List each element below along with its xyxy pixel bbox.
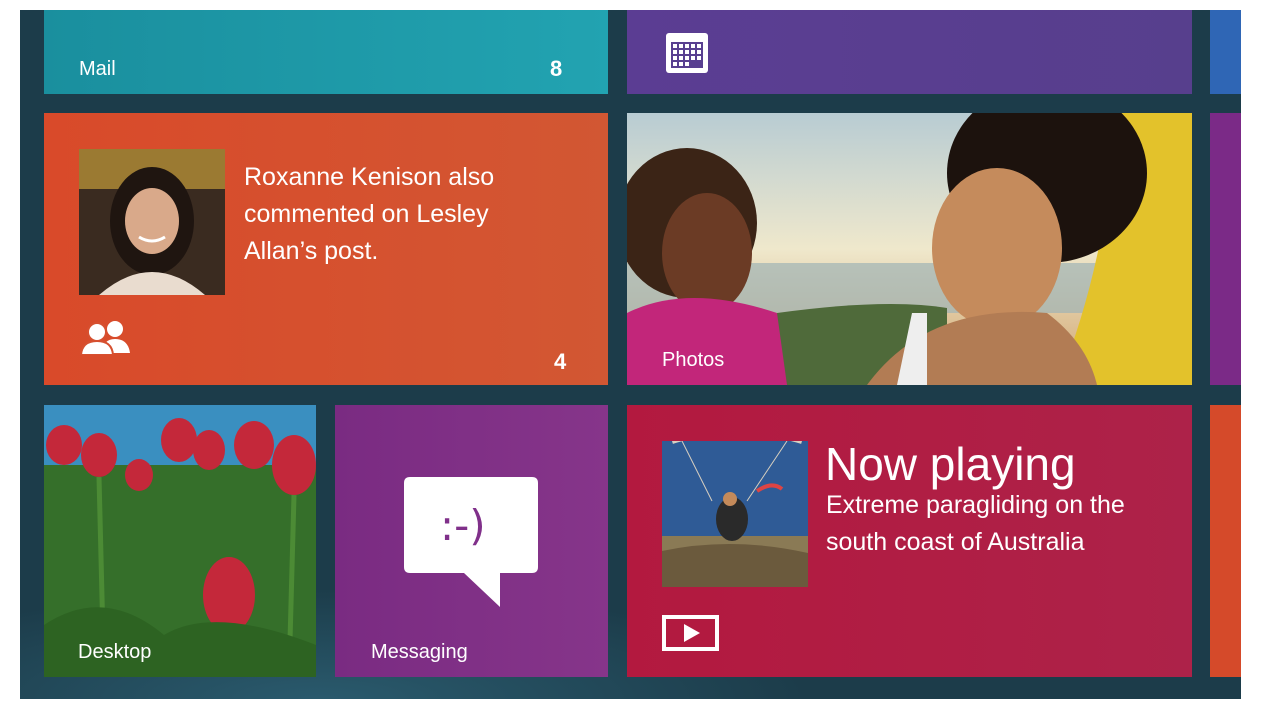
calendar-icon	[666, 33, 708, 73]
emoticon-text: :-)	[440, 501, 486, 550]
people-count-badge: 4	[554, 349, 567, 374]
people-notification-text: Roxanne Kenison also commented on Lesley…	[244, 163, 495, 265]
mail-label: Mail	[79, 58, 116, 80]
calendar-tile[interactable]	[627, 10, 1192, 94]
desktop-tile[interactable]: Desktop	[44, 405, 316, 677]
start-screen: Mail 8 Roxanne Kenison also commented on…	[20, 10, 1241, 699]
photos-tile[interactable]: Photos	[627, 113, 1192, 385]
partial-tile-middle[interactable]	[1210, 113, 1241, 385]
messaging-tile[interactable]: :-) Messaging	[335, 405, 608, 677]
messaging-label: Messaging	[371, 641, 468, 663]
mail-tile[interactable]: Mail 8	[44, 10, 608, 94]
photos-label: Photos	[662, 349, 725, 371]
now-playing-description: Extreme paragliding on the south coast o…	[826, 491, 1125, 556]
desktop-label: Desktop	[78, 641, 152, 663]
now-playing-title: Now playing	[825, 438, 1076, 490]
play-icon	[662, 615, 719, 651]
people-tile[interactable]: Roxanne Kenison also commented on Lesley…	[44, 113, 608, 385]
contact-photo	[79, 149, 225, 295]
photos-live-image	[627, 113, 1192, 385]
video-tile[interactable]: Now playing Extreme paragliding on the s…	[627, 405, 1192, 677]
desktop-wallpaper-image	[44, 405, 316, 677]
people-icon	[80, 321, 130, 355]
partial-tile-top[interactable]	[1210, 10, 1241, 94]
partial-tile-bottom[interactable]	[1210, 405, 1241, 677]
mail-count-badge: 8	[550, 56, 563, 81]
video-thumbnail	[662, 441, 808, 587]
